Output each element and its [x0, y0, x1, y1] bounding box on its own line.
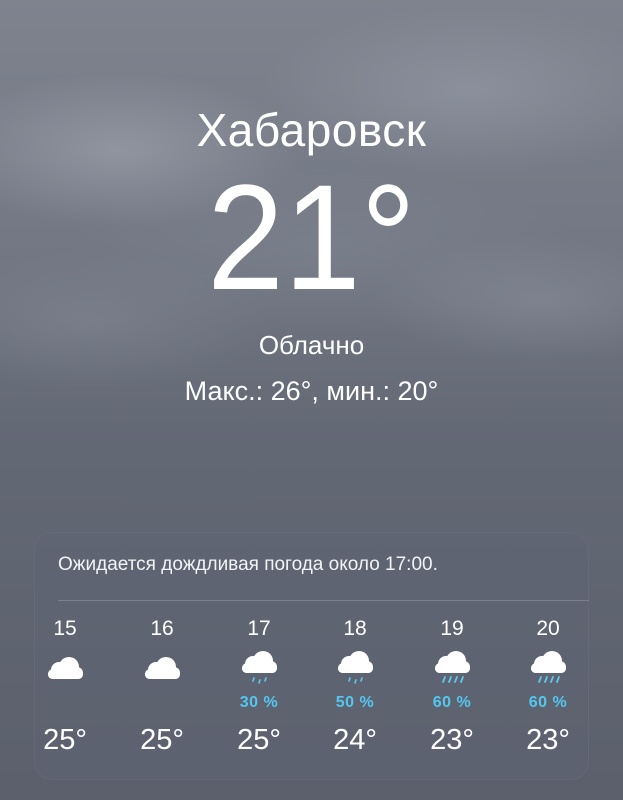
hour-time: 19 [440, 617, 464, 640]
cloud-light-rain-icon [333, 650, 377, 690]
hourly-item: 20 60 % 23° [508, 616, 588, 766]
cloud-icon [140, 650, 184, 690]
cloud-icon [43, 650, 87, 690]
city-name: Хабаровск [196, 104, 427, 156]
hourly-item: 18 50 % 24° [315, 616, 395, 766]
hour-time: 18 [343, 617, 367, 640]
hourly-forecast-list[interactable]: 15 25° 16 25° 17 30 % 25° 18 50 % 24° 19 60 % 23° 20 6… [34, 616, 589, 766]
forecast-note: Ожидается дождливая погода около 17:00. [58, 554, 438, 575]
hour-time: 20 [536, 617, 560, 640]
hourly-item: 17 30 % 25° [219, 616, 299, 766]
current-weather: Хабаровск 21° Облачно Макс.: 26°, мин.: … [0, 100, 623, 408]
precipitation-chance: 50 % [335, 694, 375, 711]
hourly-item: 16 25° [122, 616, 202, 766]
cloud-rain-icon [430, 650, 474, 690]
high-low-temperature: Макс.: 26°, мин.: 20° [184, 376, 439, 406]
hour-temperature: 25° [237, 724, 281, 756]
hour-temperature: 25° [43, 724, 87, 756]
weather-condition: Облачно [258, 330, 365, 360]
panel-divider [58, 600, 589, 601]
hour-time: 17 [247, 617, 271, 640]
cloud-light-rain-icon [237, 650, 281, 690]
precipitation-chance: 60 % [432, 694, 472, 711]
hour-temperature: 24° [333, 724, 377, 756]
hourly-item: 15 25° [25, 616, 105, 766]
hourly-item: 19 60 % 23° [412, 616, 492, 766]
current-temperature: 21° [207, 153, 416, 321]
hour-temperature: 23° [430, 724, 474, 756]
hour-temperature: 23° [526, 724, 570, 756]
cloud-rain-icon [526, 650, 570, 690]
hour-temperature: 25° [140, 724, 184, 756]
precipitation-chance: 60 % [528, 694, 568, 711]
hour-time: 16 [150, 617, 174, 640]
precipitation-chance: 30 % [239, 694, 279, 711]
hour-time: 15 [53, 617, 77, 640]
hourly-forecast-panel[interactable]: Ожидается дождливая погода около 17:00. … [34, 532, 589, 780]
